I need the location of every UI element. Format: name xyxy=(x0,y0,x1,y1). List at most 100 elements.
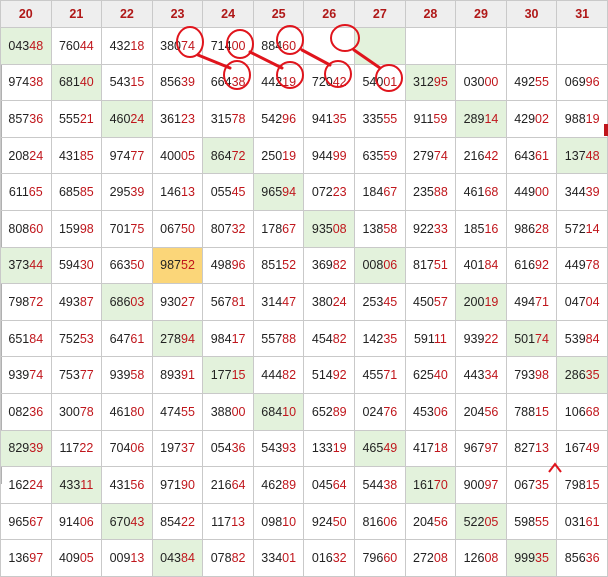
number-last-two-digits: 56 xyxy=(130,477,145,492)
number-prefix: 388 xyxy=(210,404,232,419)
number-prefix: 829 xyxy=(8,441,30,456)
number-cell: 14235 xyxy=(354,319,406,358)
number-last-two-digits: 68 xyxy=(484,185,499,200)
number-prefix: 314 xyxy=(261,294,283,309)
table-row: 16224 43311 43156 97190 21664 46289 04564 54438… xyxy=(0,466,608,504)
number-cell: 17715 xyxy=(202,356,254,394)
number-last-two-digits: 72 xyxy=(231,148,246,163)
number-last-two-digits: 53 xyxy=(79,331,94,346)
number-last-two-digits: 36 xyxy=(585,551,600,566)
number-cell: 07882 xyxy=(202,539,254,577)
number-last-two-digits: 76 xyxy=(383,404,398,419)
number-prefix: 798 xyxy=(564,477,586,492)
number-last-two-digits: 24 xyxy=(29,477,44,492)
number-cell: 72042 xyxy=(303,63,356,102)
number-prefix: 625 xyxy=(413,368,434,383)
number-last-two-digits: 67 xyxy=(29,514,44,529)
number-last-two-digits: 00 xyxy=(484,75,499,90)
number-prefix: 045 xyxy=(311,477,333,492)
number-cell: 76044 xyxy=(50,27,103,65)
number-prefix: 024 xyxy=(362,404,384,419)
number-prefix: 796 xyxy=(362,551,384,566)
number-last-two-digits: 15 xyxy=(535,404,549,419)
number-cell: 66438 xyxy=(202,63,254,102)
number-last-two-digits: 71 xyxy=(535,294,549,309)
number-prefix: 429 xyxy=(514,111,536,126)
number-last-two-digits: 42 xyxy=(332,75,347,90)
table-row: 61165 68585 29539 14613 05545 96594 07223 18467… xyxy=(0,173,608,211)
number-last-two-digits: 82 xyxy=(282,368,297,383)
column-header: 24 xyxy=(202,0,254,28)
number-prefix: 067 xyxy=(514,477,536,492)
number-cell: 66350 xyxy=(101,246,153,285)
number-cell: 46549 xyxy=(354,429,406,468)
number-cell: 02476 xyxy=(354,392,406,431)
number-prefix: 117 xyxy=(59,441,80,456)
column-header: 28 xyxy=(404,0,457,28)
number-last-two-digits: 36 xyxy=(29,111,44,126)
number-cell: 20456 xyxy=(404,502,457,541)
number-prefix: 493 xyxy=(58,294,80,309)
number-prefix: 984 xyxy=(210,331,232,346)
number-last-two-digits: 60 xyxy=(383,551,398,566)
number-last-two-digits: 42 xyxy=(484,148,499,163)
number-last-two-digits: 33 xyxy=(433,221,448,236)
number-cell: 92233 xyxy=(404,209,457,248)
number-last-two-digits: 92 xyxy=(332,368,347,383)
number-cell: 31295 xyxy=(404,63,457,102)
number-last-two-digits: 74 xyxy=(29,368,44,383)
number-last-two-digits: 82 xyxy=(332,331,347,346)
number-prefix: 443 xyxy=(463,368,485,383)
number-cell: 31578 xyxy=(202,100,254,138)
number-last-two-digits: 27 xyxy=(181,294,195,309)
number-prefix: 289 xyxy=(463,111,485,126)
number-prefix: 216 xyxy=(463,148,485,163)
number-prefix: 543 xyxy=(261,441,283,456)
number-cell: 14613 xyxy=(151,173,204,211)
number-cell: 20456 xyxy=(455,392,507,431)
number-last-two-digits: 39 xyxy=(29,441,44,456)
number-cell: 13748 xyxy=(556,136,608,175)
number-cell: 12608 xyxy=(455,539,507,577)
table-row: 85736 55521 46024 36123 31578 54296 94135 33555… xyxy=(0,100,608,138)
number-cell: 06735 xyxy=(505,466,558,504)
number-prefix: 514 xyxy=(311,368,333,383)
number-last-two-digits: 71 xyxy=(383,368,398,383)
number-prefix: 670 xyxy=(109,514,131,529)
number-prefix: 572 xyxy=(564,221,586,236)
number-last-two-digits: 28 xyxy=(535,221,549,236)
number-last-two-digits: 60 xyxy=(29,221,44,236)
number-last-two-digits: 11 xyxy=(80,477,94,492)
number-prefix: 663 xyxy=(109,258,131,273)
table-row: 04348 76044 43218 38074 71400 88460 xyxy=(0,27,608,65)
number-last-two-digits: 06 xyxy=(383,514,398,529)
number-prefix: 594 xyxy=(58,258,80,273)
number-last-two-digits: 64 xyxy=(332,477,347,492)
number-prefix: 911 xyxy=(413,111,434,126)
number-last-two-digits: 06 xyxy=(433,404,448,419)
number-last-two-digits: 01 xyxy=(383,75,398,90)
number-last-two-digits: 04 xyxy=(585,294,600,309)
number-last-two-digits: 40 xyxy=(433,368,448,383)
number-last-two-digits: 05 xyxy=(484,514,499,529)
number-cell: 45306 xyxy=(404,392,457,431)
number-prefix: 939 xyxy=(109,368,131,383)
number-last-two-digits: 58 xyxy=(130,368,145,383)
number-prefix: 380 xyxy=(160,38,181,53)
number-cell: 25019 xyxy=(252,136,305,175)
number-last-two-digits: 22 xyxy=(484,331,499,346)
number-last-two-digits: 01 xyxy=(282,551,297,566)
number-cell: 36982 xyxy=(303,246,356,285)
lottery-results-grid: 20 21 22 23 24 25 26 27 28 29 30 31 04348 76044 43218… xyxy=(0,0,608,577)
number-prefix: 591 xyxy=(413,331,434,346)
number-last-two-digits: 92 xyxy=(535,258,549,273)
number-prefix: 133 xyxy=(311,441,333,456)
number-prefix: 900 xyxy=(463,477,485,492)
number-prefix: 197 xyxy=(160,441,181,456)
number-cell: 10668 xyxy=(556,392,608,431)
number-prefix: 200 xyxy=(463,294,485,309)
number-last-two-digits: 38 xyxy=(29,75,44,90)
number-cell: 56781 xyxy=(202,283,254,321)
number-prefix: 652 xyxy=(311,404,333,419)
number-cell: 64361 xyxy=(505,136,558,175)
